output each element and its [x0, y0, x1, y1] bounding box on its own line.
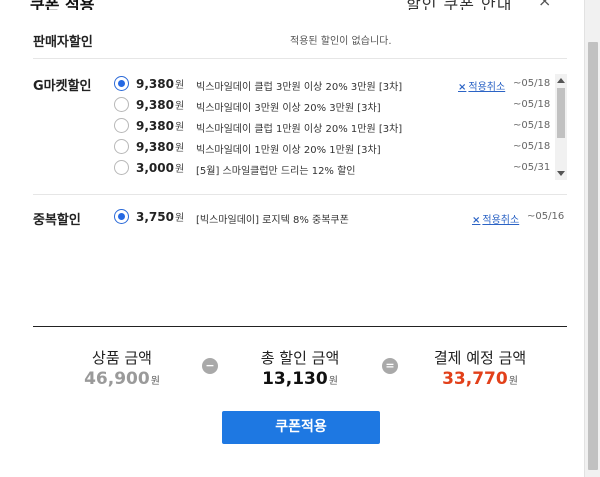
- coupon-list-scrollbar[interactable]: [555, 74, 567, 180]
- close-icon: ×: [458, 82, 467, 93]
- coupon-expiry-date: ~05/18: [513, 120, 551, 131]
- coupon-description: 빅스마일데이 1만원 이상 20% 1만원 [3차]: [196, 145, 381, 156]
- modal-title: 쿠폰 적용: [30, 0, 95, 10]
- coupon-amount: 9,380원: [136, 98, 185, 112]
- payment-amount-label: 결제 예정 금액: [433, 349, 527, 367]
- coupon-amount: 9,380원: [136, 119, 185, 133]
- divider: [33, 194, 567, 195]
- divider: [33, 58, 567, 59]
- apply-coupon-button[interactable]: 쿠폰적용: [222, 411, 380, 444]
- coupon-description: 빅스마일데이 클럽 1만원 이상 20% 1만원 [3차]: [196, 124, 403, 135]
- scrollbar-thumb[interactable]: [588, 42, 598, 470]
- coupon-description: [5월] 스마일클럽만 드리는 12% 할인: [196, 166, 356, 177]
- cancel-coupon-link[interactable]: × 적용취소: [472, 211, 519, 226]
- coupon-description: [빅스마일데이] 로지텍 8% 중복쿠폰: [196, 215, 349, 226]
- coupon-description: 빅스마일데이 클럽 3만원 이상 20% 3만원 [3차]: [196, 82, 403, 93]
- minus-icon: −: [202, 358, 218, 374]
- coupon-amount: 9,380원: [136, 77, 185, 91]
- coupon-description: 빅스마일데이 3만원 이상 20% 3만원 [3차]: [196, 103, 381, 114]
- coupon-amount: 9,380원: [136, 140, 185, 154]
- coupon-expiry-date: ~05/18: [513, 99, 551, 110]
- coupon-radio[interactable]: [114, 76, 129, 91]
- cancel-coupon-link[interactable]: × 적용취소: [458, 78, 505, 93]
- seller-discount-message: 적용된 할인이 없습니다.: [290, 36, 392, 47]
- gmarket-discount-title: G마켓할인: [33, 79, 92, 94]
- coupon-amount: 3,000원: [136, 161, 185, 175]
- coupon-expiry-date: ~05/18: [513, 141, 551, 152]
- coupon-expiry-date: ~05/16: [527, 211, 565, 222]
- close-icon: ×: [472, 215, 481, 226]
- total-discount-value: 13,130원: [262, 369, 338, 389]
- coupon-expiry-date: ~05/18: [513, 78, 551, 89]
- seller-discount-title: 판매자할인: [33, 35, 93, 50]
- coupon-amount: 3,750원: [136, 210, 185, 224]
- scroll-down-arrow-icon[interactable]: [557, 171, 565, 176]
- header-info-link[interactable]: 할인 쿠폰 안내: [406, 0, 513, 10]
- product-amount-label: 상품 금액: [92, 349, 152, 367]
- total-discount-label: 총 할인 금액: [260, 349, 340, 367]
- close-icon[interactable]: ×: [538, 0, 551, 10]
- duplicate-discount-title: 중복할인: [33, 213, 81, 228]
- coupon-radio[interactable]: [114, 209, 129, 224]
- coupon-radio[interactable]: [114, 97, 129, 112]
- window-scrollbar[interactable]: [584, 0, 600, 477]
- modal-header: 쿠폰 적용 할인 쿠폰 안내 ×: [0, 0, 584, 10]
- product-amount-value: 46,900원: [84, 369, 160, 389]
- scroll-up-arrow-icon[interactable]: [557, 78, 565, 83]
- scrollbar-thumb[interactable]: [557, 88, 565, 138]
- equals-icon: =: [382, 358, 398, 374]
- coupon-radio[interactable]: [114, 160, 129, 175]
- summary-divider: [33, 326, 567, 327]
- coupon-radio[interactable]: [114, 139, 129, 154]
- payment-amount-value: 33,770원: [442, 369, 518, 389]
- coupon-radio[interactable]: [114, 118, 129, 133]
- coupon-expiry-date: ~05/31: [513, 162, 551, 173]
